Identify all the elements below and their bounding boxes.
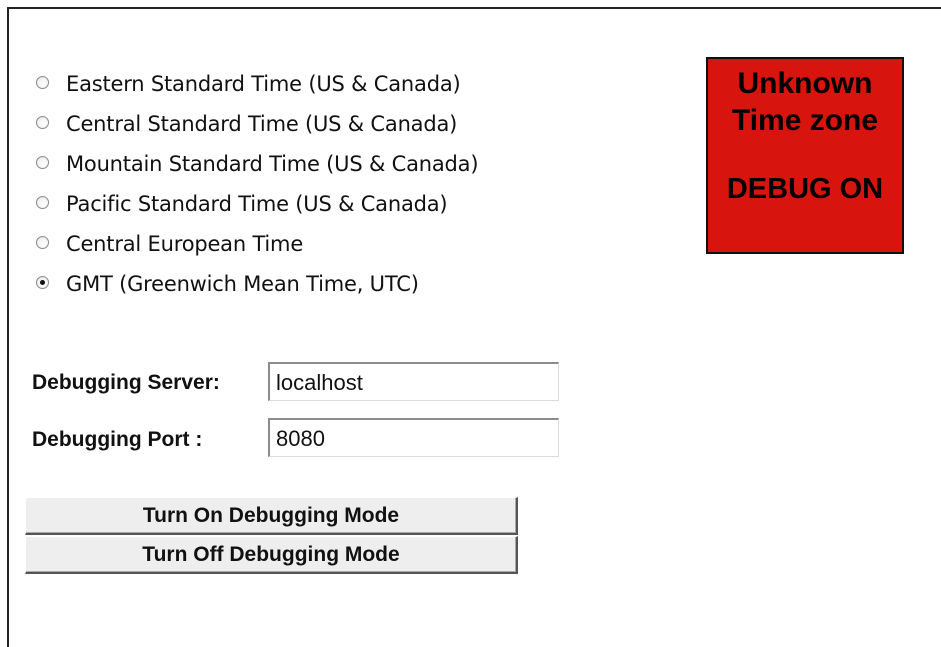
timezone-option-mountain[interactable]: Mountain Standard Time (US & Canada): [36, 144, 479, 184]
timezone-option-central-european[interactable]: Central European Time: [36, 224, 478, 264]
timezone-status-box: Unknown Time zone DEBUG ON: [706, 57, 904, 254]
timezone-option-pacific[interactable]: Pacific Standard Time (US & Canada): [36, 184, 478, 224]
debugging-server-input[interactable]: [268, 362, 559, 401]
turn-off-debugging-button[interactable]: Turn Off Debugging Mode: [25, 536, 518, 574]
timezone-option-label: Central European Time: [66, 232, 304, 256]
debugging-server-label: Debugging Server:: [32, 371, 220, 394]
timezone-option-central[interactable]: Central Standard Time (US & Canada): [36, 104, 478, 144]
timezone-option-eastern[interactable]: Eastern Standard Time (US & Canada): [36, 64, 478, 104]
status-debug-indicator: DEBUG ON: [726, 173, 884, 205]
radio-button-selected[interactable]: [36, 275, 49, 289]
status-line-timezone: Time zone: [731, 104, 879, 137]
timezone-option-label: GMT (Greenwich Mean Time, UTC): [66, 272, 419, 296]
debugging-port-input[interactable]: [268, 418, 559, 457]
radio-button[interactable]: [36, 75, 49, 89]
turn-on-debugging-button[interactable]: Turn On Debugging Mode: [25, 497, 518, 535]
timezone-option-label: Central Standard Time (US & Canada): [66, 112, 458, 136]
radio-button[interactable]: [36, 235, 49, 249]
radio-button[interactable]: [36, 115, 49, 129]
timezone-option-label: Eastern Standard Time (US & Canada): [66, 72, 461, 96]
timezone-radio-group: Eastern Standard Time (US & Canada) Cent…: [36, 64, 479, 304]
status-line-unknown: Unknown: [737, 67, 873, 100]
timezone-option-label: Pacific Standard Time (US & Canada): [66, 192, 448, 216]
radio-button[interactable]: [36, 195, 49, 209]
debugging-port-label: Debugging Port :: [32, 428, 203, 451]
radio-button[interactable]: [36, 155, 49, 169]
timezone-option-gmt[interactable]: GMT (Greenwich Mean Time, UTC): [36, 264, 478, 304]
timezone-option-label: Mountain Standard Time (US & Canada): [66, 152, 479, 176]
